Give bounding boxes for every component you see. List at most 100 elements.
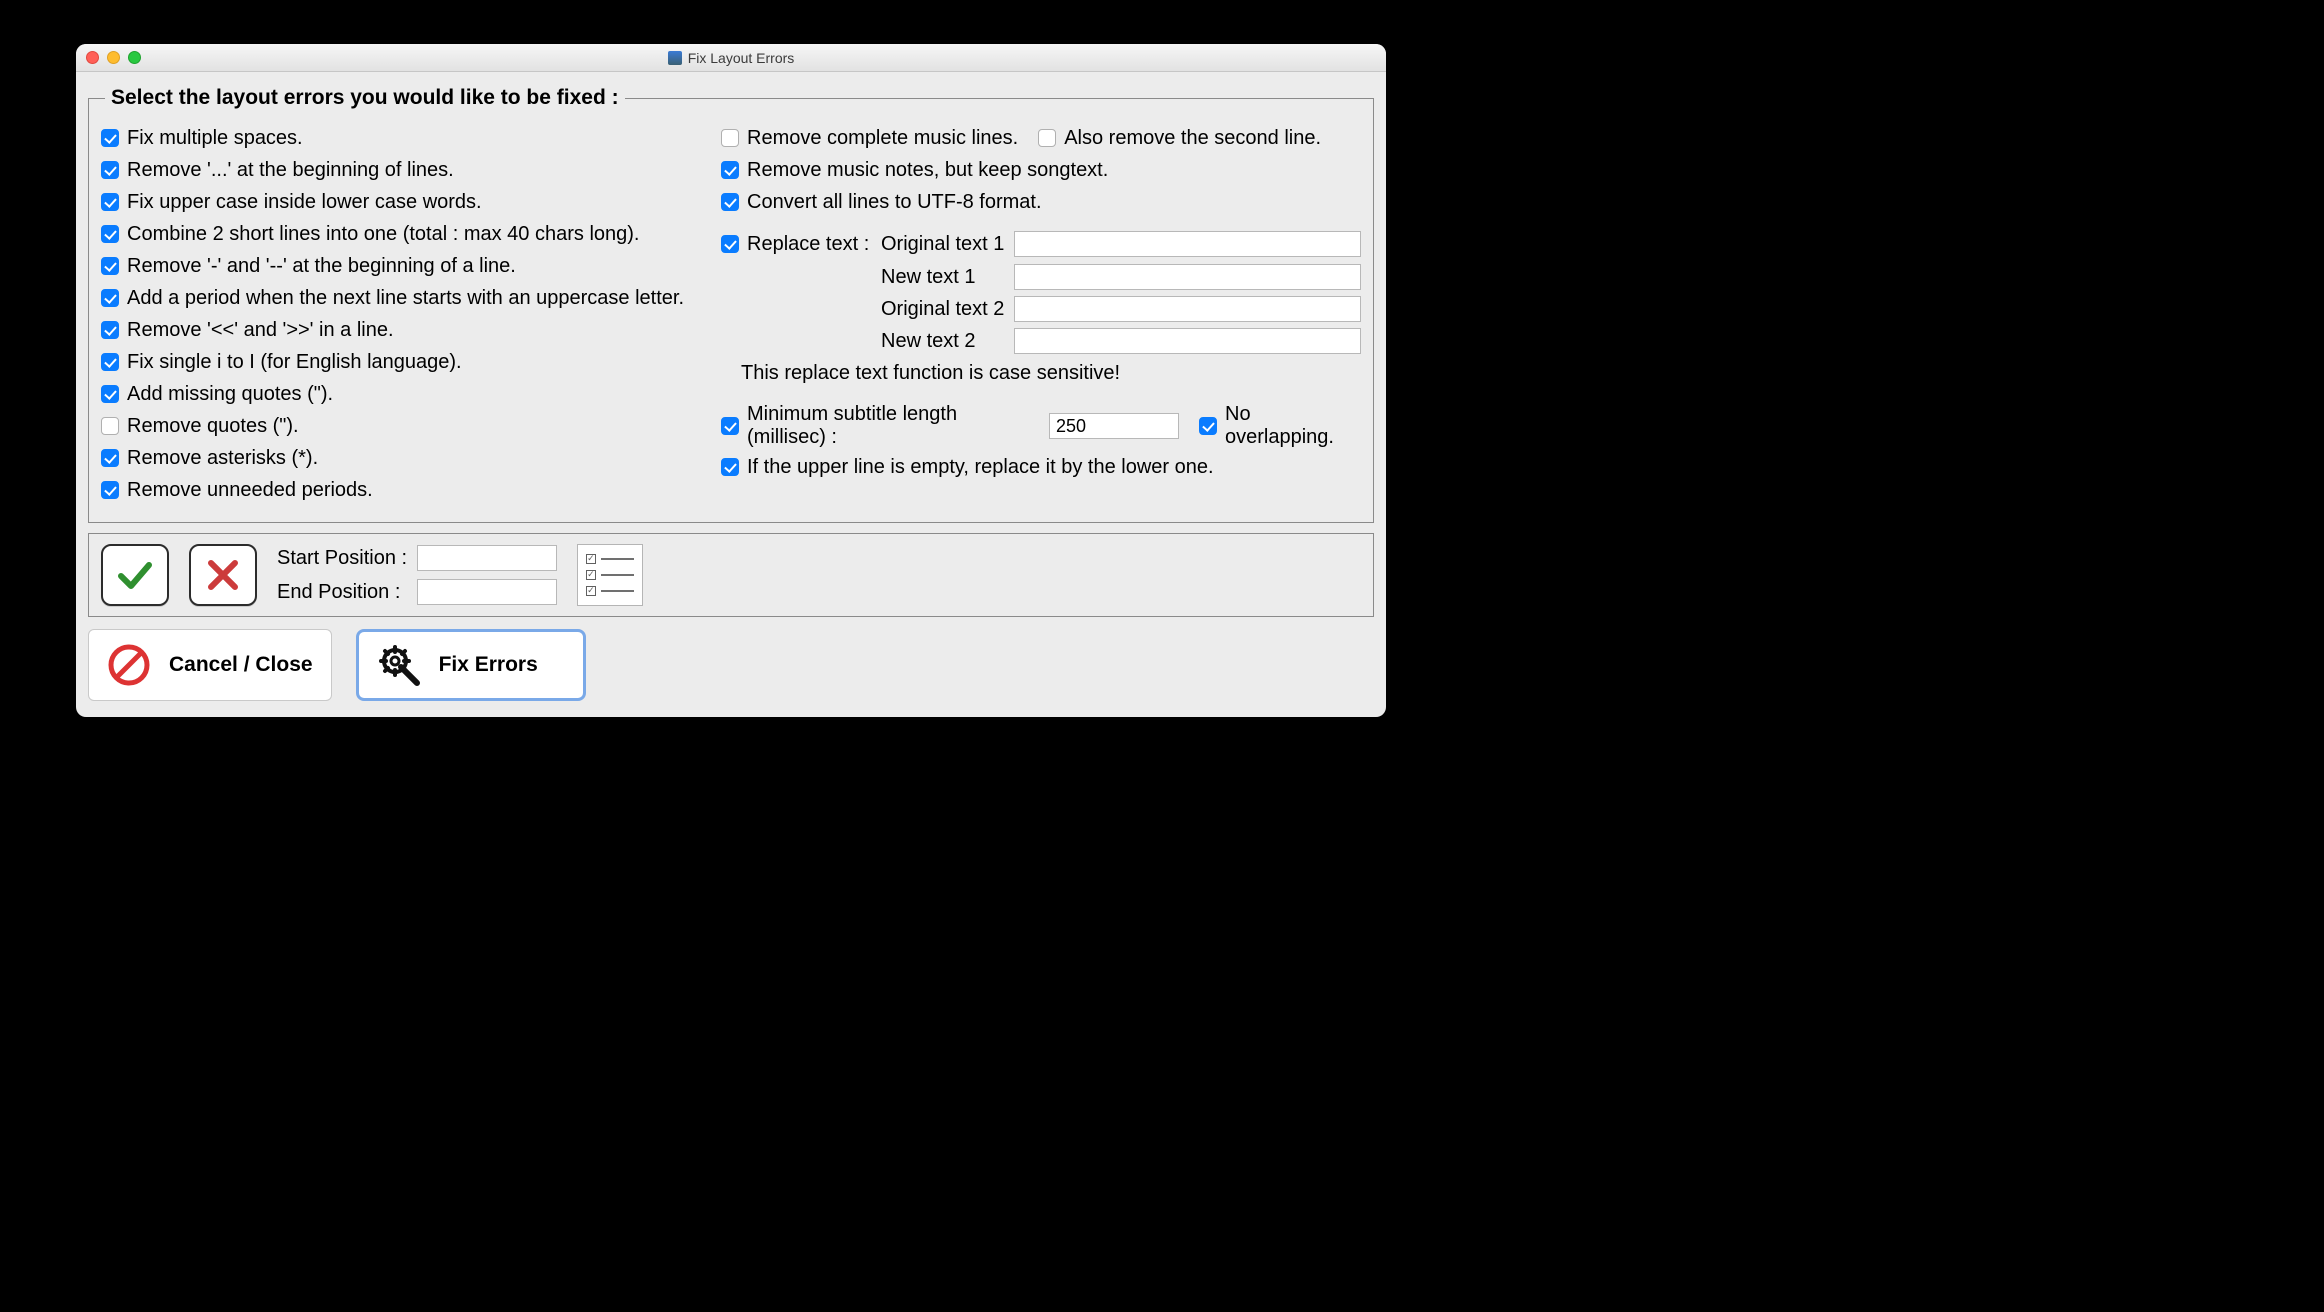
options-group: Select the layout errors you would like … bbox=[88, 86, 1374, 523]
opt-label: Remove music notes, but keep songtext. bbox=[747, 159, 1108, 182]
right-column: Remove complete music lines. Also remove… bbox=[721, 120, 1361, 508]
checkbox-icon[interactable] bbox=[101, 129, 119, 147]
opt-label: Combine 2 short lines into one (total : … bbox=[127, 223, 639, 246]
opt-label: Remove quotes ("). bbox=[127, 415, 299, 438]
end-position-input[interactable] bbox=[417, 579, 557, 605]
cancel-button-label: Cancel / Close bbox=[169, 653, 313, 677]
checkbox-icon[interactable] bbox=[1199, 417, 1217, 435]
range-group: Start Position : End Position : bbox=[88, 533, 1374, 617]
checkbox-icon[interactable] bbox=[101, 353, 119, 371]
opt-upper-empty-replace[interactable]: If the upper line is empty, replace it b… bbox=[721, 453, 1361, 481]
left-column: Fix multiple spaces. Remove '...' at the… bbox=[101, 120, 701, 508]
replace-orig1-input[interactable] bbox=[1014, 231, 1361, 257]
opt-remove-asterisks[interactable]: Remove asterisks (*). bbox=[101, 444, 701, 472]
opt-label: Also remove the second line. bbox=[1064, 127, 1321, 150]
checkmark-icon bbox=[115, 555, 155, 595]
list-icon bbox=[586, 570, 634, 580]
opt-label: No overlapping. bbox=[1225, 403, 1361, 449]
titlebar: Fix Layout Errors bbox=[76, 44, 1386, 72]
cross-icon bbox=[203, 555, 243, 595]
opt-min-subtitle-length[interactable]: Minimum subtitle length (millisec) : bbox=[721, 403, 1179, 449]
checkbox-icon[interactable] bbox=[101, 321, 119, 339]
start-position-input[interactable] bbox=[417, 545, 557, 571]
checkbox-icon[interactable] bbox=[721, 193, 739, 211]
checkbox-icon[interactable] bbox=[101, 225, 119, 243]
opt-convert-utf8[interactable]: Convert all lines to UTF-8 format. bbox=[721, 188, 1361, 216]
opt-remove-music-lines[interactable]: Remove complete music lines. bbox=[721, 124, 1018, 152]
end-position-label: End Position : bbox=[277, 581, 407, 604]
checkbox-icon[interactable] bbox=[101, 417, 119, 435]
deselect-all-button[interactable] bbox=[189, 544, 257, 606]
window-title: Fix Layout Errors bbox=[688, 50, 795, 66]
min-length-input[interactable] bbox=[1049, 413, 1179, 439]
replace-new1-label: New text 1 bbox=[881, 266, 1004, 289]
opt-label: Convert all lines to UTF-8 format. bbox=[747, 191, 1042, 214]
checkbox-icon[interactable] bbox=[101, 481, 119, 499]
action-bar: Cancel / Close Fix Errors bbox=[88, 629, 1374, 701]
opt-replace-text[interactable]: Replace text : bbox=[721, 230, 871, 258]
close-window-button[interactable] bbox=[86, 51, 99, 64]
opt-remove-dash-start[interactable]: Remove '-' and '--' at the beginning of … bbox=[101, 252, 701, 280]
opt-remove-quotes[interactable]: Remove quotes ("). bbox=[101, 412, 701, 440]
opt-combine-short-lines[interactable]: Combine 2 short lines into one (total : … bbox=[101, 220, 701, 248]
checkbox-icon[interactable] bbox=[721, 235, 739, 253]
opt-fix-single-i[interactable]: Fix single i to I (for English language)… bbox=[101, 348, 701, 376]
replace-orig1-label: Original text 1 bbox=[881, 233, 1004, 256]
opt-remove-angle-brackets[interactable]: Remove '<<' and '>>' in a line. bbox=[101, 316, 701, 344]
opt-label: If the upper line is empty, replace it b… bbox=[747, 456, 1214, 479]
opt-remove-ellipsis-start[interactable]: Remove '...' at the beginning of lines. bbox=[101, 156, 701, 184]
checkbox-icon[interactable] bbox=[101, 449, 119, 467]
window: Fix Layout Errors Select the layout erro… bbox=[76, 44, 1386, 717]
checkbox-icon[interactable] bbox=[721, 458, 739, 476]
checkbox-icon[interactable] bbox=[101, 161, 119, 179]
opt-add-missing-quotes[interactable]: Add missing quotes ("). bbox=[101, 380, 701, 408]
opt-label: Remove asterisks (*). bbox=[127, 447, 318, 470]
checkbox-icon[interactable] bbox=[101, 257, 119, 275]
gear-wrench-icon bbox=[377, 643, 421, 687]
content: Select the layout errors you would like … bbox=[76, 72, 1386, 717]
checkbox-icon[interactable] bbox=[721, 161, 739, 179]
window-title-wrap: Fix Layout Errors bbox=[668, 50, 795, 66]
checkbox-icon[interactable] bbox=[721, 417, 739, 435]
zoom-window-button[interactable] bbox=[128, 51, 141, 64]
checkbox-icon[interactable] bbox=[721, 129, 739, 147]
list-options-button[interactable] bbox=[577, 544, 643, 606]
replace-grid: Replace text : Original text 1 New text … bbox=[721, 230, 1361, 354]
position-grid: Start Position : End Position : bbox=[277, 545, 557, 605]
opt-label: Remove '<<' and '>>' in a line. bbox=[127, 319, 394, 342]
opt-label: Replace text : bbox=[747, 233, 869, 256]
opt-remove-unneeded-periods[interactable]: Remove unneeded periods. bbox=[101, 476, 701, 504]
traffic-lights bbox=[86, 51, 141, 64]
replace-new1-input[interactable] bbox=[1014, 264, 1361, 290]
replace-orig2-input[interactable] bbox=[1014, 296, 1361, 322]
minimize-window-button[interactable] bbox=[107, 51, 120, 64]
opt-label: Fix single i to I (for English language)… bbox=[127, 351, 462, 374]
fix-errors-button[interactable]: Fix Errors bbox=[356, 629, 586, 701]
checkbox-icon[interactable] bbox=[1038, 129, 1056, 147]
opt-label: Add missing quotes ("). bbox=[127, 383, 333, 406]
replace-orig2-label: Original text 2 bbox=[881, 298, 1004, 321]
opt-also-remove-second[interactable]: Also remove the second line. bbox=[1038, 124, 1321, 152]
opt-no-overlapping[interactable]: No overlapping. bbox=[1199, 403, 1361, 449]
opt-label: Add a period when the next line starts w… bbox=[127, 287, 684, 310]
app-icon bbox=[668, 51, 682, 65]
select-all-button[interactable] bbox=[101, 544, 169, 606]
checkbox-icon[interactable] bbox=[101, 289, 119, 307]
opt-remove-music-notes[interactable]: Remove music notes, but keep songtext. bbox=[721, 156, 1361, 184]
opt-label: Remove '...' at the beginning of lines. bbox=[127, 159, 454, 182]
replace-new2-label: New text 2 bbox=[881, 330, 1004, 353]
cancel-button[interactable]: Cancel / Close bbox=[88, 629, 332, 701]
replace-case-note: This replace text function is case sensi… bbox=[741, 362, 1361, 385]
checkbox-icon[interactable] bbox=[101, 193, 119, 211]
opt-fix-uppercase-inside[interactable]: Fix upper case inside lower case words. bbox=[101, 188, 701, 216]
fix-errors-button-label: Fix Errors bbox=[439, 653, 538, 677]
list-icon bbox=[586, 554, 634, 564]
start-position-label: Start Position : bbox=[277, 547, 407, 570]
opt-label: Remove complete music lines. bbox=[747, 127, 1018, 150]
opt-fix-multiple-spaces[interactable]: Fix multiple spaces. bbox=[101, 124, 701, 152]
opt-label: Fix upper case inside lower case words. bbox=[127, 191, 482, 214]
checkbox-icon[interactable] bbox=[101, 385, 119, 403]
opt-add-period-uppercase[interactable]: Add a period when the next line starts w… bbox=[101, 284, 701, 312]
replace-new2-input[interactable] bbox=[1014, 328, 1361, 354]
opt-label: Remove '-' and '--' at the beginning of … bbox=[127, 255, 516, 278]
